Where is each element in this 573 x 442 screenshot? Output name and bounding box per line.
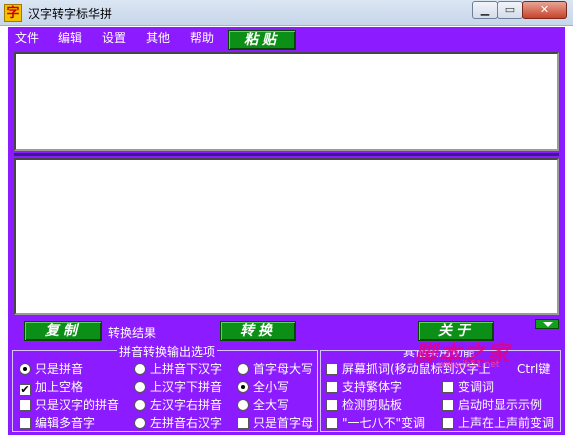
splitter[interactable] bbox=[14, 153, 559, 156]
radio-icon bbox=[134, 381, 146, 393]
option-third-tone-sandhi[interactable]: 上声在上声前变调 bbox=[442, 414, 554, 430]
radio-icon bbox=[134, 417, 146, 429]
checkbox-icon bbox=[19, 399, 31, 411]
checkbox-icon bbox=[326, 417, 338, 429]
option-initials-only[interactable]: 只是首字母 bbox=[237, 414, 313, 430]
option-tone-sandhi-yi[interactable]: "一七八不"变调 bbox=[326, 414, 425, 430]
checkbox-icon bbox=[442, 417, 454, 429]
option-pinyin-only[interactable]: 只是拼音 bbox=[19, 360, 83, 376]
menu-file[interactable]: 文件 bbox=[15, 29, 39, 46]
radio-icon bbox=[134, 363, 146, 375]
output-textarea[interactable] bbox=[14, 158, 559, 315]
convert-button[interactable]: 转换 bbox=[220, 321, 296, 341]
checkmark-icon: ✔ bbox=[19, 383, 31, 396]
option-lowercase[interactable]: 全小写 bbox=[237, 378, 289, 394]
option-uppercase[interactable]: 全大写 bbox=[237, 396, 289, 412]
option-hanzi-above[interactable]: 上汉字下拼音 bbox=[134, 378, 222, 394]
close-window-button[interactable]: ✕ bbox=[522, 1, 567, 19]
radio-icon bbox=[237, 363, 249, 375]
hotkey-label: Ctrl键 bbox=[517, 362, 551, 376]
radio-icon bbox=[237, 381, 249, 393]
option-traditional[interactable]: 支持繁体字 bbox=[326, 378, 402, 394]
maximize-button[interactable]: ▭ bbox=[497, 1, 523, 19]
checkbox-icon bbox=[326, 381, 338, 393]
result-label: 转换结果 bbox=[108, 326, 157, 340]
paste-button[interactable]: 粘贴 bbox=[228, 30, 296, 50]
radio-icon bbox=[19, 363, 31, 375]
menu-settings[interactable]: 设置 bbox=[102, 29, 126, 46]
radio-icon bbox=[237, 399, 249, 411]
checkbox-icon bbox=[442, 381, 454, 393]
menu-other[interactable]: 其他 bbox=[146, 29, 170, 46]
option-only-hanzi-pinyin[interactable]: 只是汉字的拼音 bbox=[19, 396, 119, 412]
title-bar: 字 汉字转字标华拼 ▁ ▭ ✕ bbox=[0, 0, 573, 26]
input-textarea[interactable] bbox=[14, 52, 559, 151]
pinyin-options-title: 拼音转换输出选项 bbox=[117, 343, 218, 360]
menu-help[interactable]: 帮助 bbox=[190, 29, 214, 46]
checkbox-icon bbox=[442, 399, 454, 411]
option-capitalize[interactable]: 首字母大写 bbox=[237, 360, 313, 376]
main-panel: 文件 编辑 设置 其他 帮助 粘贴 复制 转换结果 转换 关于 拼音转换输出选项… bbox=[8, 27, 565, 435]
option-edit-polyphone[interactable]: 编辑多音字 bbox=[19, 414, 95, 430]
option-show-example[interactable]: 启动时显示示例 bbox=[442, 396, 542, 412]
pinyin-options-group: 拼音转换输出选项 只是拼音 ✔ 加上空格 只是汉字的拼音 编辑多音字 上拼音下汉字… bbox=[12, 343, 318, 432]
checkbox-icon bbox=[19, 417, 31, 429]
option-tone-change-words[interactable]: 变调词 bbox=[442, 378, 494, 394]
chevron-down-icon[interactable] bbox=[535, 319, 559, 329]
minimize-button[interactable]: ▁ bbox=[472, 1, 498, 19]
menu-edit[interactable]: 编辑 bbox=[58, 29, 82, 46]
option-pinyin-above[interactable]: 上拼音下汉字 bbox=[134, 360, 222, 376]
checkbox-icon bbox=[326, 399, 338, 411]
option-add-space[interactable]: ✔ 加上空格 bbox=[19, 378, 83, 396]
app-icon: 字 bbox=[4, 4, 22, 22]
window-title: 汉字转字标华拼 bbox=[28, 7, 113, 21]
option-hanzi-left[interactable]: 左汉字右拼音 bbox=[134, 396, 222, 412]
option-pinyin-left[interactable]: 左拼音右汉字 bbox=[134, 414, 222, 430]
watermark-url: www.jb51.net bbox=[438, 360, 500, 370]
radio-icon bbox=[134, 399, 146, 411]
checkbox-icon bbox=[237, 417, 249, 429]
checkbox-icon bbox=[326, 363, 338, 375]
option-clipboard[interactable]: 检测剪贴板 bbox=[326, 396, 402, 412]
copy-button[interactable]: 复制 bbox=[24, 321, 102, 341]
